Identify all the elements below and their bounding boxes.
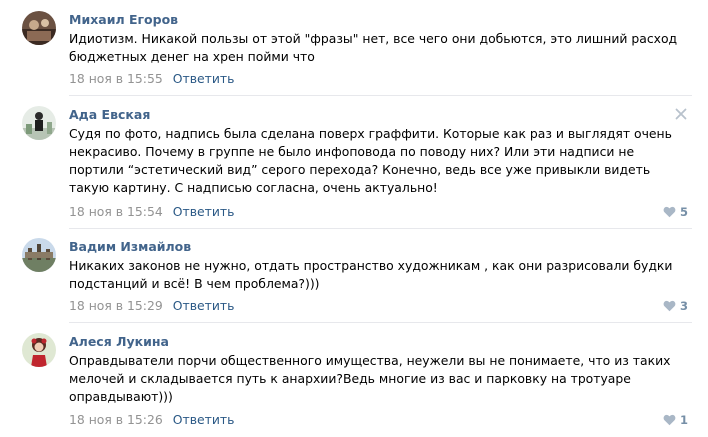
comment-text: Судя по фото, надпись была сделана повер… bbox=[69, 125, 689, 197]
comment-text-line: мелочей и складывается путь к анархии?Ве… bbox=[69, 371, 631, 386]
comment-date[interactable]: 18 ноя в 15:29 bbox=[69, 298, 163, 313]
comment-text-line: бюджетных денег на хрен пойми что bbox=[69, 49, 315, 64]
comment-text-line: Никаких законов не нужно, отдать простра… bbox=[69, 258, 673, 273]
comment-meta: 18 ноя в 15:55 Ответить bbox=[69, 71, 234, 86]
close-icon[interactable] bbox=[675, 108, 687, 120]
like-count: 3 bbox=[679, 299, 688, 313]
comment-text: Идиотизм. Никакой пользы от этой "фразы"… bbox=[69, 30, 689, 66]
comment-date[interactable]: 18 ноя в 15:55 bbox=[69, 71, 163, 86]
heart-icon bbox=[663, 414, 676, 426]
avatar-image bbox=[22, 106, 56, 140]
comment-text-line: оправдывают))) bbox=[69, 389, 173, 404]
comment-text-line: Идиотизм. Никакой пользы от этой "фразы"… bbox=[69, 31, 678, 46]
comment-author[interactable]: Михаил Егоров bbox=[69, 12, 178, 27]
comment-text: Никаких законов не нужно, отдать простра… bbox=[69, 257, 689, 293]
comment-date[interactable]: 18 ноя в 15:26 bbox=[69, 412, 163, 427]
heart-icon bbox=[663, 300, 676, 312]
comment-text-line: портили “эстетический вид” серого перехо… bbox=[69, 162, 651, 177]
comment-meta: 18 ноя в 15:26 Ответить bbox=[69, 412, 234, 427]
comment-author[interactable]: Алеся Лукина bbox=[69, 334, 169, 349]
avatar-image bbox=[22, 11, 56, 45]
avatar[interactable] bbox=[22, 106, 56, 140]
reply-button[interactable]: Ответить bbox=[173, 71, 235, 86]
avatar[interactable] bbox=[22, 238, 56, 272]
comment-text-line: некрасиво. Почему в группе не было инфоп… bbox=[69, 144, 635, 159]
like-count: 1 bbox=[679, 413, 688, 427]
like-button[interactable]: 1 bbox=[663, 413, 688, 427]
divider bbox=[69, 95, 692, 96]
heart-icon bbox=[663, 206, 676, 218]
comment-date[interactable]: 18 ноя в 15:54 bbox=[69, 204, 163, 219]
avatar[interactable] bbox=[22, 11, 56, 45]
comment-meta: 18 ноя в 15:29 Ответить bbox=[69, 298, 234, 313]
avatar-image bbox=[22, 238, 56, 272]
like-button[interactable]: 5 bbox=[663, 205, 688, 219]
comment-author[interactable]: Ада Евская bbox=[69, 107, 150, 122]
like-count: 5 bbox=[679, 205, 688, 219]
comment-text-line: такую картину. С надписью согласна, очен… bbox=[69, 180, 438, 195]
comment-meta: 18 ноя в 15:54 Ответить bbox=[69, 204, 234, 219]
avatar[interactable] bbox=[22, 333, 56, 367]
comment-text-line: Судя по фото, надпись была сделана повер… bbox=[69, 126, 672, 141]
avatar-image bbox=[22, 333, 56, 367]
divider bbox=[69, 228, 692, 229]
comment-author[interactable]: Вадим Измайлов bbox=[69, 239, 191, 254]
comment-text-line: подстанций и всё! В чем проблема?))) bbox=[69, 276, 320, 291]
reply-button[interactable]: Ответить bbox=[173, 412, 235, 427]
like-button[interactable]: 3 bbox=[663, 299, 688, 313]
reply-button[interactable]: Ответить bbox=[173, 298, 235, 313]
reply-button[interactable]: Ответить bbox=[173, 204, 235, 219]
comment-text: Оправдыватели порчи общественного имущес… bbox=[69, 352, 689, 406]
comment-text-line: Оправдыватели порчи общественного имущес… bbox=[69, 353, 671, 368]
divider bbox=[69, 322, 692, 323]
